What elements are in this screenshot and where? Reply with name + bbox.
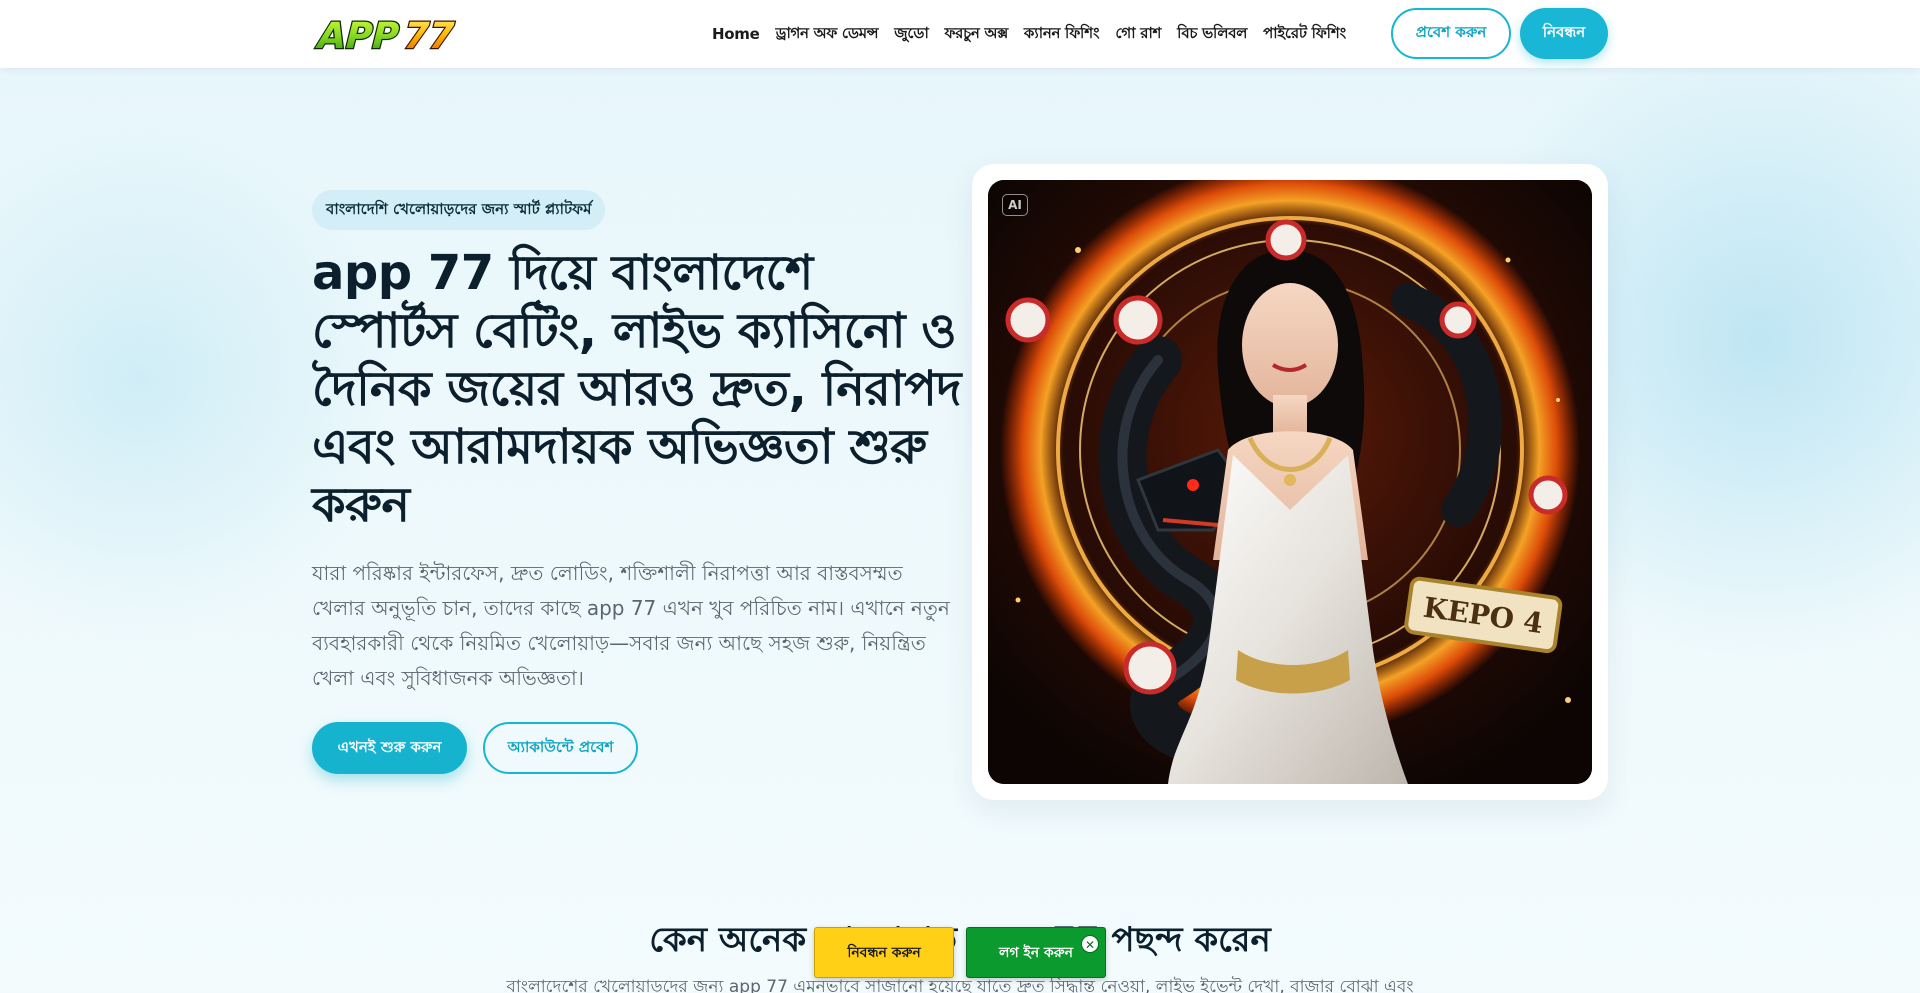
hero-badge: বাংলাদেশি খেলোয়াড়দের জন্য স্মার্ট প্ল্… — [312, 190, 606, 230]
why-section-subtitle: বাংলাদেশের খেলোয়াড়দের জন্য app 77 এমনভ… — [506, 977, 1414, 993]
svg-text:APP: APP — [313, 15, 404, 56]
ai-badge: AI — [1002, 194, 1028, 216]
nav-home[interactable]: Home — [712, 25, 760, 43]
header-login-button[interactable]: প্রবেশ করুন — [1391, 8, 1511, 59]
main-nav: Home ড্রাগন অফ ডেমন্স জুডো ফরচুন অক্স ক্… — [712, 0, 1362, 68]
svg-text:77: 77 — [399, 15, 460, 56]
nav-cannon-fishing[interactable]: ক্যানন ফিশিং — [1024, 22, 1100, 47]
sticky-login-button[interactable]: লগ ইন করুন — [966, 927, 1106, 978]
close-icon[interactable]: ✕ — [1081, 935, 1099, 953]
start-now-button[interactable]: এখনই শুরু করুন — [312, 722, 467, 774]
app77-logo[interactable]: APP 77 — [312, 12, 472, 56]
nav-pirate-fishing[interactable]: পাইরেট ফিশিং — [1263, 22, 1346, 47]
nav-dragon-of-demons[interactable]: ড্রাগন অফ ডেমন্স — [775, 22, 878, 47]
sticky-register-button[interactable]: নিবন্ধন করুন — [814, 927, 954, 978]
account-login-button[interactable]: অ্যাকাউন্টে প্রবেশ — [483, 722, 638, 774]
hero-lead-text: যারা পরিষ্কার ইন্টারফেস, দ্রুত লোডিং, শক… — [312, 561, 950, 690]
nav-beach-volleyball[interactable]: বিচ ভলিবল — [1177, 22, 1247, 47]
hero-image: AI KEPO 4 — [988, 180, 1592, 784]
why-section-title: কেন অনেক খেলোয়াড় app 77 পছন্দ করেন — [649, 920, 1271, 960]
nav-judo[interactable]: জুডো — [894, 22, 929, 47]
hero-image-card: AI KEPO 4 — [972, 164, 1608, 800]
nav-fortune-ox[interactable]: ফরচুন অক্স — [945, 22, 1009, 47]
site-header: APP 77 Home ড্রাগন অফ ডেমন্স জুডো ফরচুন … — [0, 0, 1920, 68]
nav-go-rush[interactable]: গো রাশ — [1115, 22, 1161, 47]
hero-headline: app 77 দিয়ে বাংলাদেশে স্পোর্টস বেটিং, ল… — [312, 245, 962, 533]
header-register-button[interactable]: নিবন্ধন — [1520, 8, 1608, 59]
hero-illustration: KEPO 4 — [988, 180, 1592, 784]
